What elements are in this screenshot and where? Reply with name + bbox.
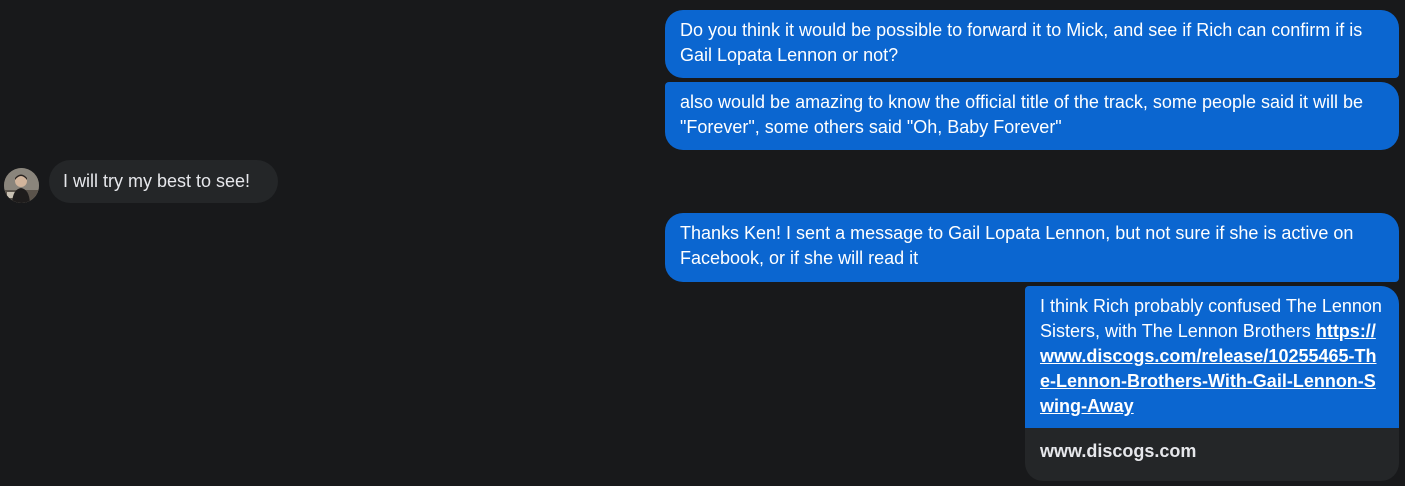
outgoing-message[interactable]: Thanks Ken! I sent a message to Gail Lop… xyxy=(665,213,1399,282)
link-message-body: I think Rich probably confused The Lenno… xyxy=(1025,286,1399,428)
link-preview-message[interactable]: I think Rich probably confused The Lenno… xyxy=(1025,286,1399,481)
chat-thread: Do you think it would be possible to for… xyxy=(0,0,1405,486)
avatar[interactable] xyxy=(4,168,39,203)
link-preview-domain[interactable]: www.discogs.com xyxy=(1025,428,1399,481)
avatar-photo-icon xyxy=(4,168,39,203)
incoming-message[interactable]: I will try my best to see! xyxy=(49,160,278,203)
outgoing-message[interactable]: also would be amazing to know the offici… xyxy=(665,82,1399,150)
outgoing-message[interactable]: Do you think it would be possible to for… xyxy=(665,10,1399,78)
